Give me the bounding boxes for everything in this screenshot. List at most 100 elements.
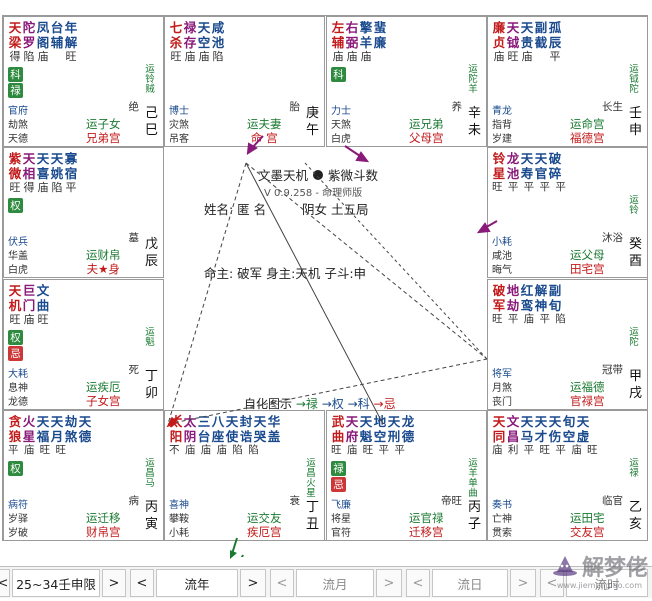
- star-item[interactable]: 地劫: [506, 283, 520, 313]
- day-prev-button[interactable]: <: [406, 569, 430, 597]
- star-item[interactable]: 破碎: [548, 151, 562, 181]
- star-item[interactable]: 天福: [36, 414, 50, 444]
- star-item[interactable]: 紫微旺: [8, 151, 22, 195]
- star-item[interactable]: 廉贞庙: [492, 20, 506, 64]
- star-item[interactable]: 天机旺: [8, 283, 22, 327]
- star-item[interactable]: 龙池: [506, 151, 520, 181]
- star-item[interactable]: 旬空: [562, 414, 576, 444]
- star-item[interactable]: 台辅: [50, 20, 64, 64]
- star-item[interactable]: 右弼庙: [345, 20, 359, 64]
- star-item[interactable]: 铃星: [492, 151, 506, 181]
- palace-name[interactable]: 运迁移 财帛宫: [86, 511, 121, 539]
- star-item[interactable]: 文昌: [506, 414, 520, 444]
- palace-wu[interactable]: 七杀旺禄存庙天空庙咸池陷博士 灾煞 吊客胎庚午运夫妻命 宫: [164, 16, 325, 147]
- star-item[interactable]: 天空庙: [197, 20, 211, 64]
- palace-shen[interactable]: 廉贞庙天钺旺天贵庙副截孤辰平青龙 指背 岁建 运钺陀 长生壬申运命宫 福德宫: [487, 16, 648, 147]
- palace-si[interactable]: 天梁得陀罗陷凤阁庙台辅年解旺科禄官府 劫煞 天德 运铃贼绝己巳运子女 兄弟宫: [3, 16, 164, 147]
- star-item[interactable]: 天哭: [253, 414, 267, 444]
- star-item[interactable]: 寡宿平: [64, 151, 78, 195]
- month-next-button[interactable]: >: [376, 569, 402, 597]
- palace-zi[interactable]: 武曲天府天魁地空天刑龙德旺 庙 旺 平 平禄忌飞廉 将星 官符 运羊 单曲 帝旺丙子运官…: [326, 410, 487, 541]
- year-select[interactable]: 流年: [156, 569, 238, 597]
- star-item[interactable]: 武曲: [331, 414, 345, 444]
- star-item[interactable]: 八座: [211, 414, 225, 444]
- star-item[interactable]: 天马: [520, 414, 534, 444]
- star-item[interactable]: 天月: [50, 414, 64, 444]
- palace-name[interactable]: 运父母 田宅宫: [570, 248, 605, 276]
- star-item[interactable]: 天伤: [548, 414, 562, 444]
- star-item[interactable]: 天梁得: [8, 20, 22, 64]
- star-item[interactable]: 年解旺: [64, 20, 78, 64]
- star-item[interactable]: 红鸾: [520, 283, 534, 313]
- palace-hai[interactable]: 天同文昌天马天才天伤旬空天虚庙 利 平 旺 平 庙 旺奏书 亡神 贯索 运禄 临官乙亥运…: [487, 410, 648, 541]
- palace-you[interactable]: 铃星龙池天寿天官破碎旺 平 平 平 平小耗 咸池 晦气 运铃 沐浴癸酉运父母 田宅宫: [487, 147, 648, 278]
- star-item[interactable]: 天官: [534, 151, 548, 181]
- star-item[interactable]: 天德: [78, 414, 92, 444]
- star-item[interactable]: 凤阁庙: [36, 20, 50, 64]
- star-item[interactable]: 天同: [492, 414, 506, 444]
- star-item[interactable]: 巨门庙: [22, 283, 36, 327]
- palace-yin[interactable]: 贪狼火星天福天月劫煞天德平 庙 旺 旺权病符 岁驿 岁破 运昌 马病丙寅运迁移 财帛宫: [3, 410, 164, 541]
- palace-name[interactable]: 运交友 疾厄宫: [247, 511, 282, 539]
- palace-name[interactable]: 运田宅 交友宫: [570, 511, 605, 539]
- star-item[interactable]: 孤辰平: [548, 20, 562, 64]
- star-item[interactable]: 封诰: [239, 414, 253, 444]
- star-item[interactable]: 天魁: [359, 414, 373, 444]
- star-item[interactable]: 七杀旺: [169, 20, 183, 64]
- star-item[interactable]: 咸池陷: [211, 20, 225, 64]
- star-item[interactable]: 天府: [345, 414, 359, 444]
- day-select[interactable]: 流日: [432, 569, 508, 597]
- palace-name[interactable]: 运福德 官禄宫: [570, 380, 605, 408]
- year-prev-button[interactable]: <: [130, 569, 154, 597]
- star-item[interactable]: 副截: [534, 20, 548, 64]
- year-next-button[interactable]: >: [240, 569, 266, 597]
- star-item[interactable]: 蜚廉: [373, 20, 387, 64]
- star-name-top: 天: [548, 414, 562, 429]
- star-item[interactable]: 天寿: [520, 151, 534, 181]
- star-item[interactable]: 地空: [373, 414, 387, 444]
- star-item[interactable]: 文曲旺: [36, 283, 50, 327]
- star-item[interactable]: 火星: [22, 414, 36, 444]
- month-select[interactable]: 流月: [296, 569, 374, 597]
- star-item[interactable]: 天使: [225, 414, 239, 444]
- star-item[interactable]: 华盖: [267, 414, 281, 444]
- palace-name[interactable]: 运子女 兄弟宫: [86, 117, 121, 145]
- star-item[interactable]: 解神: [534, 283, 548, 313]
- palace-name[interactable]: 运兄弟 父母宫: [409, 117, 444, 145]
- palace-name[interactable]: 运疾厄 子女宫: [86, 380, 121, 408]
- palace-wei[interactable]: 左辅庙右弼庙擎羊庙蜚廉科力士 天煞 白虎 运陀羊养辛未运兄弟 父母宫: [326, 16, 487, 147]
- star-item[interactable]: 劫煞: [64, 414, 78, 444]
- palace-name[interactable]: 运命宫 福德宫: [570, 117, 605, 145]
- palace-chen[interactable]: 紫微旺天相得天喜庙天姚陷寡宿平权伏兵 华盖 白虎墓戊辰运财帛 夫★身: [3, 147, 164, 278]
- star-item[interactable]: 天才: [534, 414, 548, 444]
- star-item[interactable]: 左辅庙: [331, 20, 345, 64]
- palace-name[interactable]: 运财帛 夫★身: [86, 248, 121, 276]
- star-item[interactable]: 天相得: [22, 151, 36, 195]
- star-item[interactable]: 擎羊庙: [359, 20, 373, 64]
- star-item[interactable]: 副旬: [548, 283, 562, 313]
- palace-chou[interactable]: 太阳太阴三台八座天使封诰天哭华盖不 庙 庙 庙 陷 陷喜神 攀鞍 小耗 运昌 火星衰丁…: [164, 410, 325, 541]
- decade-prev-button[interactable]: <: [0, 569, 10, 597]
- star-item[interactable]: 陀罗陷: [22, 20, 36, 64]
- palace-name[interactable]: 运夫妻命 宫: [247, 117, 282, 145]
- decade-select[interactable]: 25~34壬申限: [12, 569, 100, 597]
- star-item[interactable]: 天姚陷: [50, 151, 64, 195]
- palace-name[interactable]: 运官禄 迁移宫: [409, 511, 444, 539]
- star-item[interactable]: 三台: [197, 414, 211, 444]
- star-item[interactable]: 天刑: [387, 414, 401, 444]
- star-item[interactable]: 龙德: [401, 414, 415, 444]
- palace-mao[interactable]: 天机旺巨门庙文曲旺权忌大耗 息神 龙德 运魁死丁卯运疾厄 子女宫: [3, 279, 164, 410]
- star-item[interactable]: 太阴: [183, 414, 197, 444]
- month-prev-button[interactable]: <: [270, 569, 294, 597]
- star-item[interactable]: 天虚: [576, 414, 590, 444]
- star-item[interactable]: 天贵庙: [520, 20, 534, 64]
- star-item[interactable]: 禄存庙: [183, 20, 197, 64]
- palace-xu[interactable]: 破军地劫红鸾解神副旬旺 平 庙 平 陷将军 月煞 丧门 运陀 冠带甲戌运福德 官禄宫: [487, 279, 648, 410]
- star-item[interactable]: 天喜庙: [36, 151, 50, 195]
- star-item[interactable]: 贪狼: [8, 414, 22, 444]
- star-item[interactable]: 太阳: [169, 414, 183, 444]
- day-next-button[interactable]: >: [510, 569, 536, 597]
- star-item[interactable]: 天钺旺: [506, 20, 520, 64]
- star-item[interactable]: 破军: [492, 283, 506, 313]
- decade-next-button[interactable]: >: [102, 569, 126, 597]
